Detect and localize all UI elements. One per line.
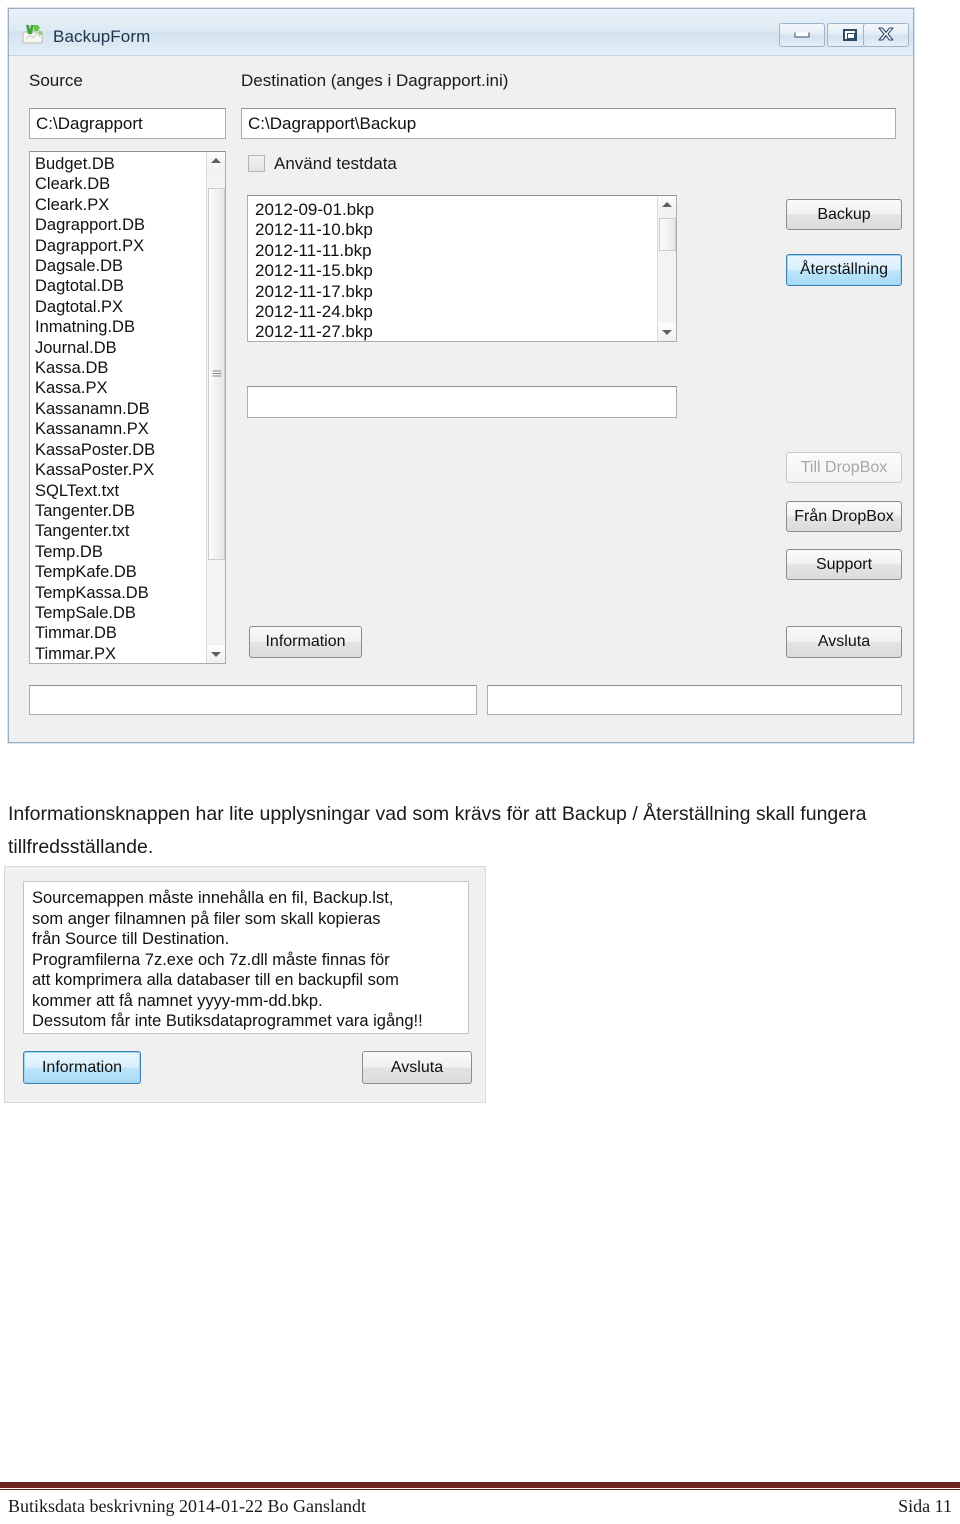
scroll-down-icon[interactable] <box>207 645 225 663</box>
backup-file-listbox[interactable]: 2012-09-01.bkp 2012-11-10.bkp 2012-11-11.b… <box>247 195 677 342</box>
page-paragraph: Informationsknappen har lite upplysninga… <box>8 802 867 858</box>
window-title: BackupForm <box>53 27 151 46</box>
footer-rule-thin <box>0 1489 960 1490</box>
list-item[interactable]: Tangenter.DB <box>35 501 155 521</box>
destination-label: Destination (anges i Dagrapport.ini) <box>241 71 509 90</box>
information-text-line: Programfilerna 7z.exe och 7z.dll måste f… <box>32 950 390 969</box>
list-item[interactable]: Kassa.PX <box>35 378 155 398</box>
list-item[interactable]: TempSale.DB <box>35 603 155 623</box>
minimize-icon <box>794 32 810 38</box>
list-item[interactable]: Kassa.DB <box>35 358 155 378</box>
list-item[interactable]: Dagrapport.DB <box>35 215 155 235</box>
support-button[interactable]: Support <box>786 549 902 580</box>
destination-path-input[interactable]: C:\Dagrapport\Backup <box>241 108 896 139</box>
source-list-scrollbar[interactable] <box>206 152 225 663</box>
list-item[interactable]: Cleark.PX <box>35 195 155 215</box>
scrollbar-thumb[interactable] <box>208 188 225 560</box>
list-item[interactable]: Timmar.PX <box>35 644 155 663</box>
list-item[interactable]: Dagtotal.PX <box>35 297 155 317</box>
information-text-area[interactable]: Sourcemappen måste innehålla en fil, Bac… <box>23 881 469 1034</box>
list-item[interactable]: 2012-09-01.bkp <box>255 200 374 220</box>
footer-left-text: Butiksdata beskrivning 2014-01-22 Bo Gan… <box>8 1496 366 1516</box>
list-item[interactable]: Temp.DB <box>35 542 155 562</box>
list-item[interactable]: Kassanamn.DB <box>35 399 155 419</box>
list-item[interactable]: TempKafe.DB <box>35 562 155 582</box>
source-path-input[interactable]: C:\Dagrapport <box>29 108 226 139</box>
dialog-avsluta-button[interactable]: Avsluta <box>362 1051 472 1084</box>
list-item[interactable]: Inmatning.DB <box>35 317 155 337</box>
source-label: Source <box>29 71 83 90</box>
list-item[interactable]: Dagtotal.DB <box>35 276 155 296</box>
list-item[interactable]: 2012-11-15.bkp <box>255 261 374 281</box>
list-item[interactable]: Timmar.DB <box>35 623 155 643</box>
maximize-icon <box>843 29 857 41</box>
status-left-input[interactable] <box>29 685 477 715</box>
list-item[interactable]: SQLText.txt <box>35 481 155 501</box>
list-item[interactable]: 2012-11-24.bkp <box>255 302 374 322</box>
list-item[interactable]: 2012-11-27.bkp <box>255 322 374 341</box>
information-text-line: från Source till Destination. <box>32 930 230 948</box>
list-item[interactable]: Dagsale.DB <box>35 256 155 276</box>
information-button[interactable]: Information <box>249 626 362 658</box>
scrollbar-grip-icon <box>212 370 221 378</box>
information-text-line: kommer att få namnet yyyy-mm-dd.bkp. <box>32 991 323 1010</box>
footer-page-number: Sida 11 <box>898 1496 952 1516</box>
footer-rule-thick <box>0 1482 960 1488</box>
aterstallning-button[interactable]: Återställning <box>786 254 902 286</box>
source-file-items: Budget.DB Cleark.DB Cleark.PX Dagrapport.DB… <box>30 152 155 663</box>
fran-dropbox-button[interactable]: Från DropBox <box>786 501 902 532</box>
footer-rule <box>0 1482 960 1490</box>
information-text-line: Dessutom får inte Butiksdataprogrammet v… <box>32 1012 423 1030</box>
scrollbar-thumb[interactable] <box>659 218 676 251</box>
backup-file-items: 2012-09-01.bkp 2012-11-10.bkp 2012-11-11.b… <box>248 196 374 341</box>
form-client-area: Source Destination (anges i Dagrapport.i… <box>9 56 913 742</box>
list-item[interactable]: Tangenter.txt <box>35 521 155 541</box>
list-item[interactable]: 2012-11-10.bkp <box>255 220 374 240</box>
backup-list-scrollbar[interactable] <box>657 196 676 341</box>
scroll-up-icon[interactable] <box>207 152 225 170</box>
dialog-information-button[interactable]: Information <box>23 1051 141 1084</box>
list-item[interactable]: KassaPoster.PX <box>35 460 155 480</box>
list-item[interactable]: 2012-11-17.bkp <box>255 282 374 302</box>
avsluta-button[interactable]: Avsluta <box>786 626 902 658</box>
list-item[interactable]: Dagrapport.PX <box>35 236 155 256</box>
scroll-down-icon[interactable] <box>658 323 676 341</box>
backup-button[interactable]: Backup <box>786 199 902 230</box>
till-dropbox-button[interactable]: Till DropBox <box>786 452 902 483</box>
list-item[interactable]: KassaPoster.DB <box>35 440 155 460</box>
list-item[interactable]: TempKassa.DB <box>35 583 155 603</box>
close-icon <box>878 27 894 43</box>
close-button[interactable] <box>863 23 909 47</box>
minimize-button[interactable] <box>779 23 825 47</box>
vb-form-icon <box>22 23 44 45</box>
list-item[interactable]: Cleark.DB <box>35 174 155 194</box>
information-text-line: att komprimera alla databaser till en ba… <box>32 971 399 989</box>
list-item[interactable]: Budget.DB <box>35 154 155 174</box>
selected-backup-input[interactable] <box>247 386 677 418</box>
status-right-input[interactable] <box>487 685 902 715</box>
source-file-listbox[interactable]: Budget.DB Cleark.DB Cleark.PX Dagrapport.DB… <box>29 151 226 664</box>
anvand-testdata-label: Använd testdata <box>274 154 397 173</box>
information-dialog: Sourcemappen måste innehålla en fil, Bac… <box>4 866 486 1103</box>
information-text-line: som anger filnamnen på filer som skall k… <box>32 909 381 928</box>
information-text-line: Sourcemappen måste innehålla en fil, Bac… <box>32 889 394 907</box>
list-item[interactable]: Kassanamn.PX <box>35 419 155 439</box>
backup-form-window: BackupForm Source Destination (anges i D… <box>8 8 914 743</box>
list-item[interactable]: Journal.DB <box>35 338 155 358</box>
list-item[interactable]: 2012-11-11.bkp <box>255 241 374 261</box>
anvand-testdata-checkbox[interactable] <box>248 155 265 172</box>
window-titlebar[interactable]: BackupForm <box>9 9 913 56</box>
scroll-up-icon[interactable] <box>658 196 676 214</box>
